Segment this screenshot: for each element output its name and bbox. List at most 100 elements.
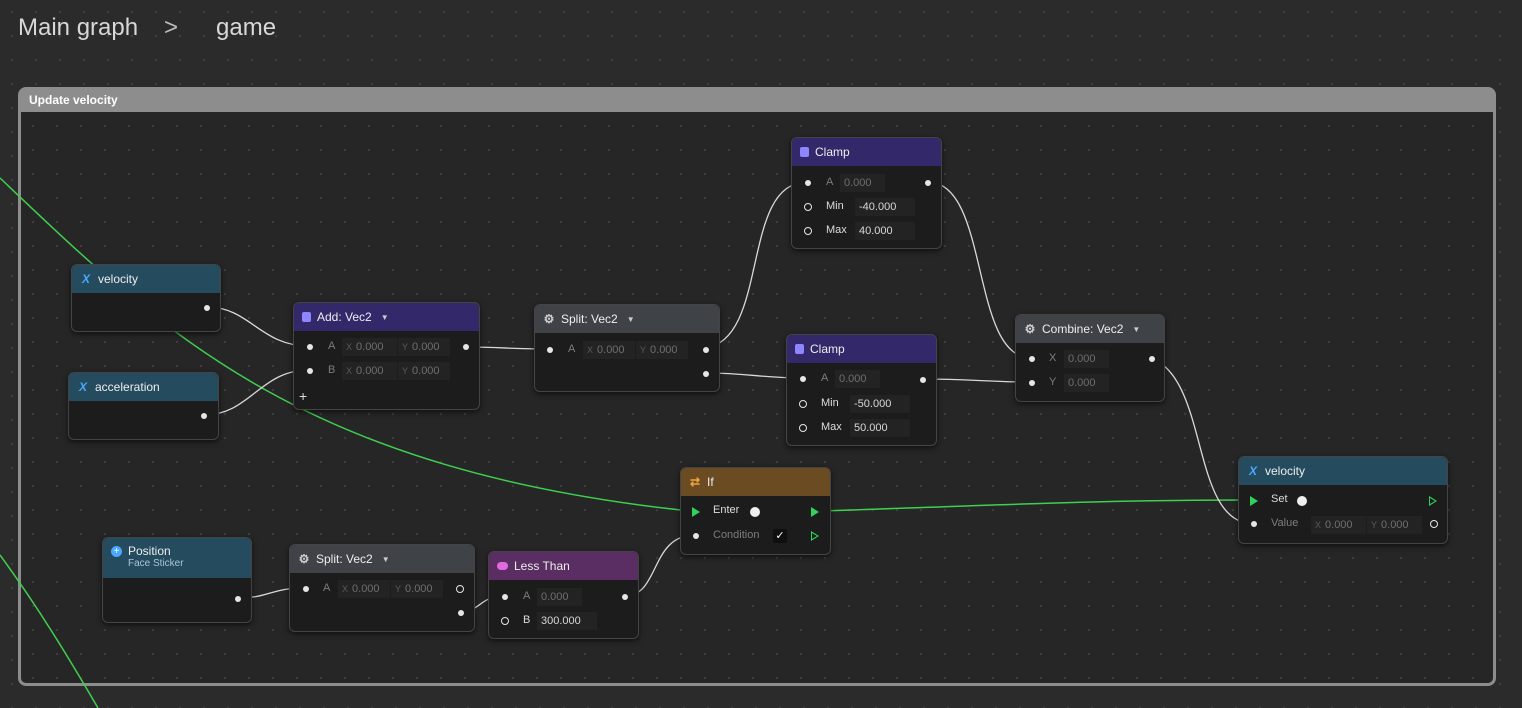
input-pin-a[interactable] — [303, 586, 309, 592]
input-b-x-field[interactable]: X 0.000 — [342, 362, 397, 380]
compare-icon — [497, 562, 508, 570]
node-velocity-get[interactable]: X velocity — [71, 264, 221, 332]
input-pin-b[interactable] — [307, 368, 313, 374]
input-a-label: A — [523, 590, 531, 602]
field-value: 0.000 — [412, 365, 440, 377]
calculator-icon — [795, 344, 804, 354]
axis-y-label: Y — [395, 584, 402, 594]
input-y-field[interactable]: 0.000 — [1064, 374, 1109, 392]
input-a-label: A — [323, 582, 331, 594]
output-pin[interactable] — [463, 344, 469, 350]
axis-x-label: X — [342, 584, 349, 594]
chevron-down-icon[interactable]: ▼ — [381, 313, 389, 322]
node-add-vec2[interactable]: Add: Vec2 ▼ A X 0.000 Y 0.000 B X 0.000 Y 0.… — [293, 302, 480, 410]
node-velocity-set[interactable]: X velocity Set Value X 0.000 Y 0.000 — [1238, 456, 1448, 544]
node-subtitle: Face Sticker — [128, 558, 184, 569]
input-pin-y[interactable] — [1029, 380, 1035, 386]
input-pin-max[interactable] — [799, 424, 807, 432]
node-position[interactable]: + Position Face Sticker — [102, 537, 252, 623]
node-acceleration[interactable]: X acceleration — [68, 372, 219, 440]
chevron-down-icon[interactable]: ▼ — [627, 315, 635, 324]
output-pin[interactable] — [235, 596, 241, 602]
input-pin-min[interactable] — [799, 400, 807, 408]
output-pin-x[interactable] — [703, 347, 709, 353]
exec-output-true[interactable] — [811, 507, 819, 517]
input-pin-max[interactable] — [804, 227, 812, 235]
output-pin[interactable] — [1149, 356, 1155, 362]
input-pin-min[interactable] — [804, 203, 812, 211]
node-title: Add: Vec2 — [317, 310, 372, 324]
exec-output-pin[interactable] — [1429, 496, 1437, 506]
input-a-y-field[interactable]: Y 0.000 — [391, 580, 443, 598]
input-pin-b[interactable] — [501, 617, 509, 625]
input-a-label: A — [826, 176, 834, 188]
input-pin-a[interactable] — [502, 594, 508, 600]
node-less-than[interactable]: Less Than A 0.000 B 300.000 — [488, 551, 639, 639]
input-max-field[interactable]: 40.000 — [855, 222, 915, 240]
chevron-down-icon[interactable]: ▼ — [382, 555, 390, 564]
output-pin-value[interactable] — [1430, 520, 1438, 528]
exec-output-false[interactable] — [811, 531, 819, 541]
output-pin-y[interactable] — [458, 610, 464, 616]
chevron-down-icon[interactable]: ▼ — [1132, 325, 1140, 334]
axis-y-label: Y — [1371, 520, 1378, 530]
node-split-vec2-bottom[interactable]: ⚙ Split: Vec2 ▼ A X 0.000 Y 0.000 — [289, 544, 475, 632]
node-split-vec2[interactable]: ⚙ Split: Vec2 ▼ A X 0.000 Y 0.000 — [534, 304, 720, 392]
input-pin-a[interactable] — [307, 344, 313, 350]
node-title: Split: Vec2 — [561, 312, 618, 326]
input-b-label: B — [328, 364, 336, 376]
input-b-field[interactable]: 300.000 — [537, 612, 597, 630]
exec-input-pin[interactable] — [1250, 496, 1258, 506]
value-y-field[interactable]: Y 0.000 — [1367, 516, 1422, 534]
input-a-field[interactable]: 0.000 — [835, 370, 880, 388]
node-header: X velocity — [72, 265, 220, 293]
gear-icon: ⚙ — [543, 312, 555, 326]
input-a-x-field[interactable]: X 0.000 — [583, 341, 635, 359]
exec-input-pin[interactable] — [692, 507, 700, 517]
input-x-field[interactable]: 0.000 — [1064, 350, 1109, 368]
value-x-field[interactable]: X 0.000 — [1311, 516, 1366, 534]
field-value: 0.000 — [650, 344, 678, 356]
add-input-button[interactable]: + — [299, 388, 307, 404]
input-b-y-field[interactable]: Y 0.000 — [398, 362, 450, 380]
input-pin-a[interactable] — [547, 347, 553, 353]
frame-title[interactable]: Update velocity — [21, 90, 1493, 112]
input-a-label: A — [821, 372, 829, 384]
input-pin-x[interactable] — [1029, 356, 1035, 362]
set-toggle[interactable] — [1297, 496, 1307, 506]
input-pin-value[interactable] — [1251, 521, 1257, 527]
enter-toggle[interactable] — [750, 507, 760, 517]
output-pin[interactable] — [925, 180, 931, 186]
input-a-field[interactable]: 0.000 — [840, 174, 885, 192]
set-label: Set — [1271, 493, 1288, 505]
condition-checkbox[interactable]: ✓ — [773, 529, 787, 543]
input-a-x-field[interactable]: X 0.000 — [338, 580, 390, 598]
node-if[interactable]: ⇄ If Enter Condition ✓ — [680, 467, 831, 555]
input-min-label: Min — [826, 200, 844, 212]
node-clamp-top[interactable]: Clamp A 0.000 Min -40.000 Max 40.000 — [791, 137, 942, 249]
input-a-y-field[interactable]: Y 0.000 — [398, 338, 450, 356]
node-clamp-mid[interactable]: Clamp A 0.000 Min -50.000 Max 50.000 — [786, 334, 937, 446]
input-a-field[interactable]: 0.000 — [537, 588, 582, 606]
output-pin[interactable] — [920, 377, 926, 383]
output-pin[interactable] — [201, 413, 207, 419]
output-pin[interactable] — [204, 305, 210, 311]
input-pin-condition[interactable] — [693, 533, 699, 539]
condition-label: Condition — [713, 529, 760, 541]
input-min-field[interactable]: -40.000 — [855, 198, 915, 216]
node-combine-vec2[interactable]: ⚙ Combine: Vec2 ▼ X 0.000 Y 0.000 — [1015, 314, 1165, 402]
output-pin-x[interactable] — [456, 585, 464, 593]
input-max-field[interactable]: 50.000 — [850, 419, 910, 437]
input-min-field[interactable]: -50.000 — [850, 395, 910, 413]
input-pin-a[interactable] — [800, 376, 806, 382]
input-a-y-field[interactable]: Y 0.000 — [636, 341, 688, 359]
input-a-x-field[interactable]: X 0.000 — [342, 338, 397, 356]
branch-icon: ⇄ — [689, 475, 701, 489]
input-pin-a[interactable] — [805, 180, 811, 186]
axis-x-label: X — [587, 345, 594, 355]
node-header: ⇄ If — [681, 468, 830, 496]
breadcrumb-main-graph[interactable]: Main graph — [18, 14, 138, 42]
output-pin-y[interactable] — [703, 371, 709, 377]
output-pin[interactable] — [622, 594, 628, 600]
input-max-label: Max — [821, 421, 842, 433]
